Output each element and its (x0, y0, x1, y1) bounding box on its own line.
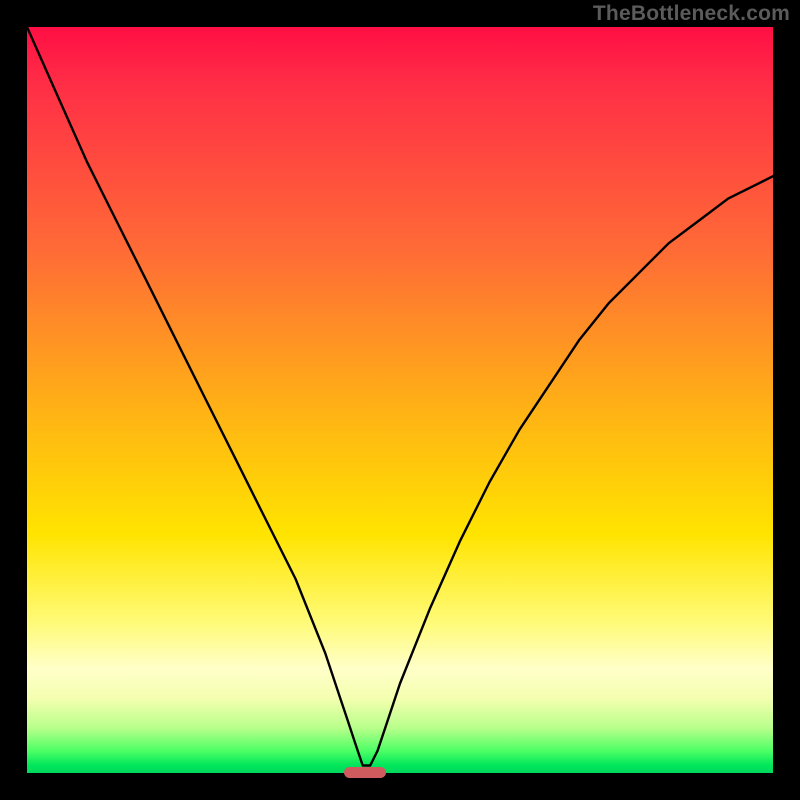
watermark-text: TheBottleneck.com (593, 2, 790, 26)
optimal-marker (344, 767, 386, 778)
bottleneck-curve (27, 27, 773, 773)
chart-frame: TheBottleneck.com (0, 0, 800, 800)
plot-area (27, 27, 773, 773)
